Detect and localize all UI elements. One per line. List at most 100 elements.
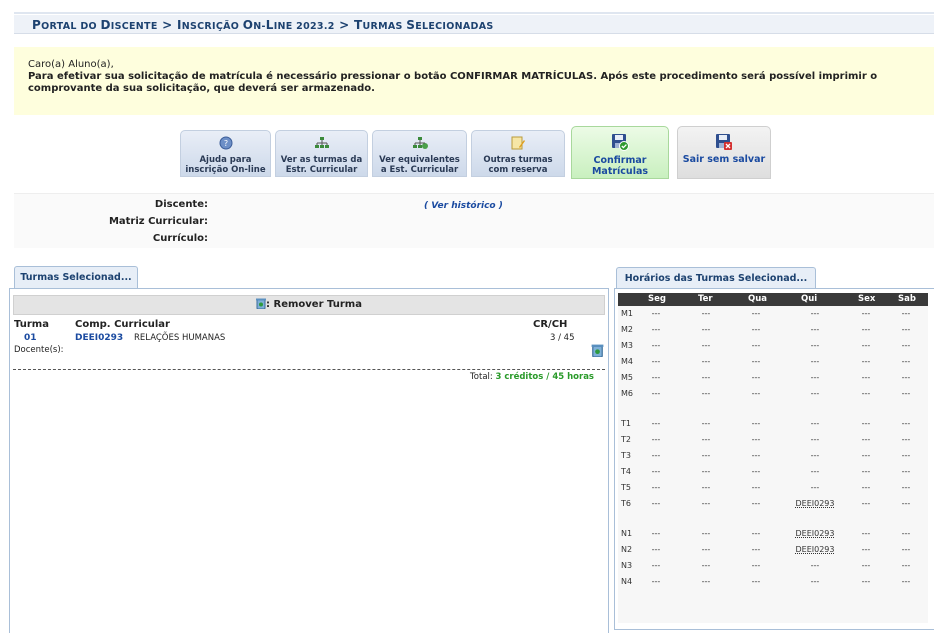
schedule-cell: --- (651, 435, 661, 444)
equiv-label-2: a Est. Curricular (380, 165, 459, 175)
schedule-cell: --- (810, 561, 820, 570)
day-header: Seg (648, 294, 666, 304)
col-turma: Turma (14, 319, 49, 330)
trash-icon (591, 344, 604, 358)
turmas-label-2: Estr. Curricular (285, 165, 358, 175)
schedule-cell: --- (751, 357, 761, 366)
save-cancel-icon (716, 134, 732, 150)
notice-greeting: Caro(a) Aluno(a), (28, 59, 114, 70)
divider (13, 369, 605, 370)
schedule-cell: --- (861, 577, 871, 586)
schedule-cell: --- (861, 545, 871, 554)
schedule-cell: --- (701, 499, 711, 508)
outras-label-2: com reserva (488, 165, 548, 175)
schedule-cell: --- (861, 529, 871, 538)
schedule-cell: --- (751, 451, 761, 460)
schedule-cell: --- (651, 561, 661, 570)
schedule-cell: --- (861, 561, 871, 570)
turmas-label-1: Ver as turmas da (280, 155, 363, 165)
schedule-cell: --- (751, 577, 761, 586)
schedule-cell: --- (861, 419, 871, 428)
schedule-cell: --- (901, 499, 911, 508)
schedule-cell: --- (701, 435, 711, 444)
schedule-cell: --- (810, 483, 820, 492)
exit-without-saving-button[interactable]: Sair sem salvar (677, 126, 771, 179)
slot-label: N1 (621, 529, 633, 538)
schedule-cell: --- (651, 325, 661, 334)
schedule-cell: --- (751, 309, 761, 318)
total-value: 3 créditos / 45 horas (495, 372, 594, 382)
other-classes-button[interactable]: Outras turmas com reserva (471, 130, 565, 177)
slot-label: N3 (621, 561, 633, 570)
schedule-cell: --- (901, 341, 911, 350)
schedule-class-code: DEEI0293 (795, 529, 835, 538)
confirm-enrollment-button[interactable]: Confirmar Matrículas (571, 126, 669, 179)
slot-label: M3 (621, 341, 633, 350)
curriculo-label: Currículo: (152, 233, 208, 244)
total-label: Total: (470, 372, 496, 382)
schedule-cell: --- (901, 325, 911, 334)
top-rule (14, 12, 934, 14)
outras-label-1: Outras turmas (483, 155, 553, 165)
schedule-cell: --- (651, 389, 661, 398)
help-label-1: Ajuda para (199, 155, 252, 165)
tree-icon (314, 137, 329, 148)
help-label-2: inscrição On-line (185, 165, 266, 175)
schedule-cell: --- (861, 309, 871, 318)
schedule-cell: --- (901, 483, 911, 492)
schedule-cell: --- (651, 483, 661, 492)
schedule-class-code: DEEI0293 (795, 545, 835, 554)
tab-selected-classes[interactable]: Turmas Selecionad... (14, 266, 138, 289)
schedule-cell: --- (751, 325, 761, 334)
schedule-cell: --- (901, 357, 911, 366)
schedule-cell: --- (751, 373, 761, 382)
save-confirm-icon (612, 134, 629, 151)
view-equivalents-button[interactable]: Ver equivalentes a Est. Curricular (372, 130, 467, 177)
schedule-cell: --- (901, 529, 911, 538)
schedule-cell: --- (861, 451, 871, 460)
schedule-cell: --- (651, 467, 661, 476)
schedule-cell: --- (810, 325, 820, 334)
day-header: Ter (698, 294, 713, 304)
svg-text:?: ? (223, 139, 227, 148)
schedule-cell: --- (651, 357, 661, 366)
schedule-cell: --- (751, 499, 761, 508)
notice-box: Caro(a) Aluno(a), Para efetivar sua soli… (14, 47, 934, 115)
view-curricular-classes-button[interactable]: Ver as turmas da Estr. Curricular (275, 130, 368, 177)
schedule-cell: --- (751, 467, 761, 476)
day-header: Qua (748, 294, 768, 304)
schedule-cell: --- (701, 545, 711, 554)
schedule-cell: --- (751, 389, 761, 398)
schedule-cell: --- (901, 467, 911, 476)
schedule-cell: --- (901, 389, 911, 398)
schedule-cell: --- (701, 451, 711, 460)
student-info: Discente: Matriz Curricular: Currículo: … (14, 193, 934, 248)
discente-label: Discente: (154, 199, 208, 210)
schedule-cell: --- (751, 341, 761, 350)
schedule-cell: --- (810, 419, 820, 428)
schedule-cell: --- (651, 419, 661, 428)
slot-label: M1 (621, 309, 633, 318)
schedule-cell: --- (861, 435, 871, 444)
notice-message: Para efetivar sua solicitação de matrícu… (28, 71, 878, 94)
history-link[interactable]: ( Ver histórico ) (424, 201, 503, 211)
col-cr-ch: CR/CH (533, 319, 568, 330)
schedule-cell: --- (861, 325, 871, 334)
schedule-cell: --- (861, 483, 871, 492)
help-button[interactable]: ? Ajuda para inscrição On-line (180, 130, 271, 177)
remove-class-button[interactable] (591, 344, 604, 358)
schedule-cell: --- (810, 577, 820, 586)
day-header: Sex (858, 294, 876, 304)
slot-label: T2 (621, 435, 631, 444)
row-code-link[interactable]: DEEI0293 (75, 333, 123, 343)
remove-class-label: : Remover Turma (266, 299, 362, 310)
schedule-cell: --- (901, 451, 911, 460)
confirm-label-1: Confirmar (593, 155, 647, 166)
schedule-cell: --- (861, 341, 871, 350)
day-header: Sab (898, 294, 916, 304)
tab-schedule[interactable]: Horários das Turmas Selecionad... (616, 267, 816, 289)
schedule-cell: --- (861, 373, 871, 382)
schedule-cell: --- (701, 529, 711, 538)
schedule-cell: --- (810, 467, 820, 476)
schedule-cell: --- (701, 325, 711, 334)
